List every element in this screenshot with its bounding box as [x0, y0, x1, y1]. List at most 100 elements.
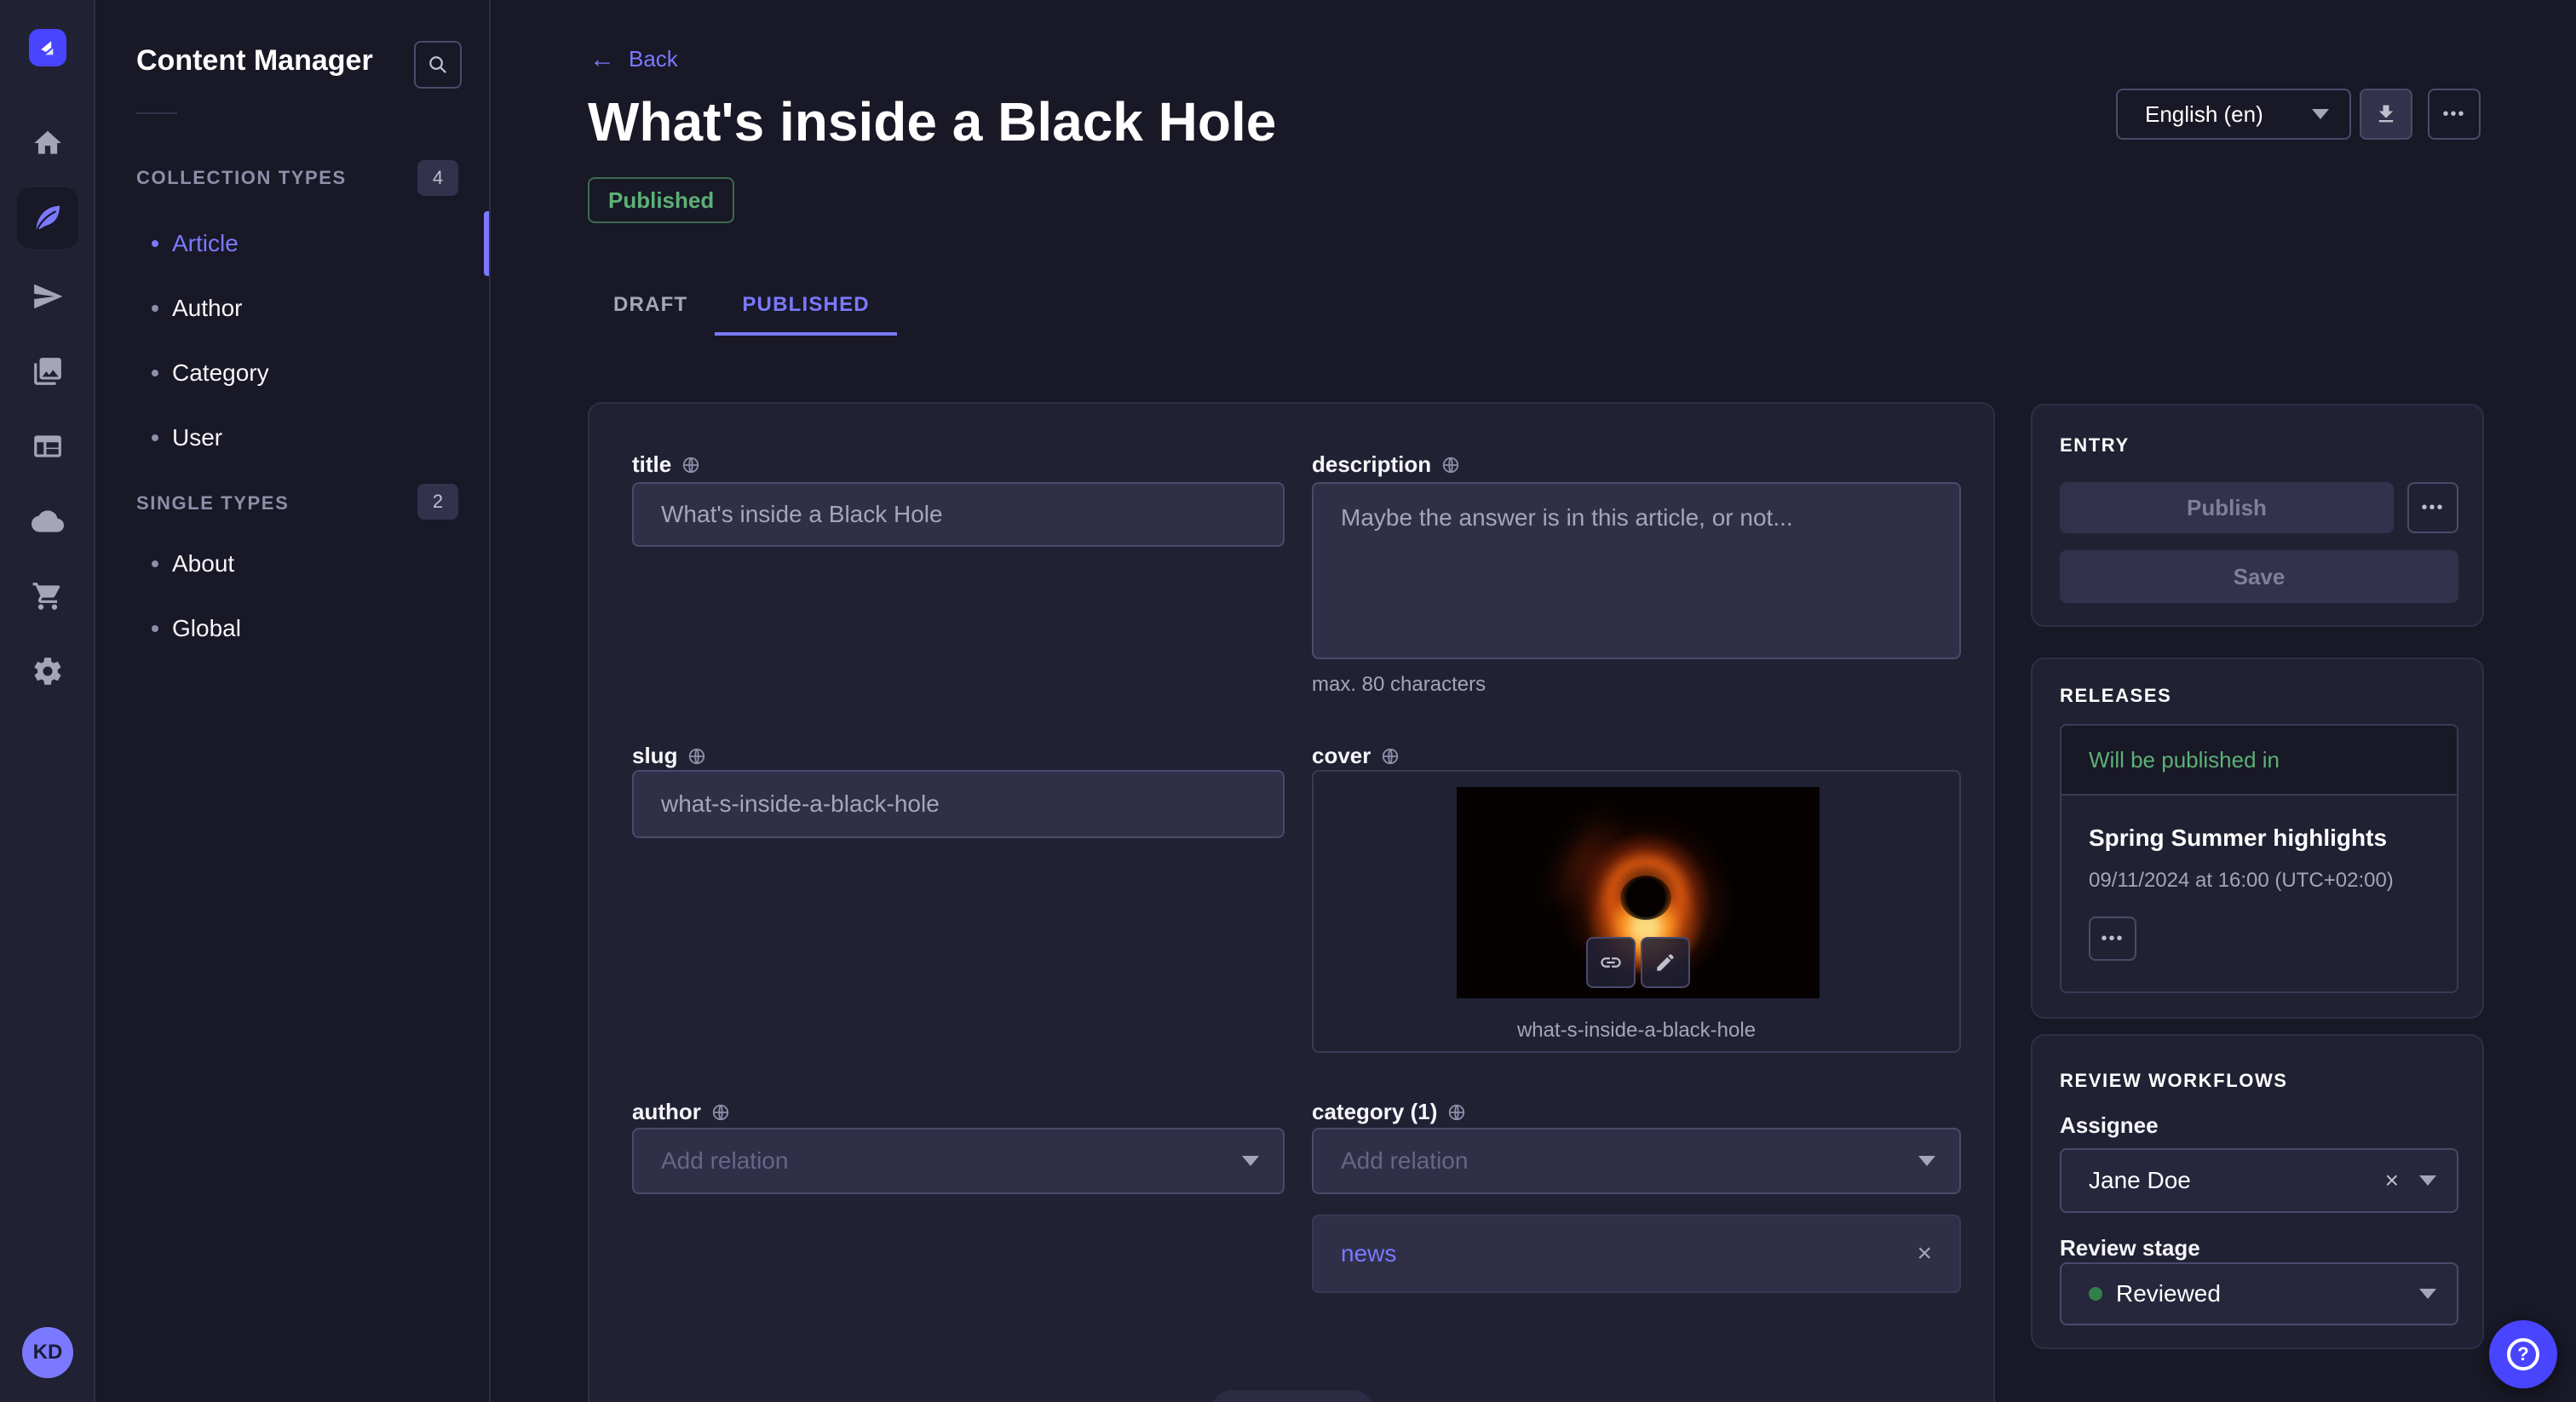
ellipsis-icon: ••• [2101, 929, 2124, 949]
slug-input[interactable]: what-s-inside-a-black-hole [632, 770, 1285, 838]
entry-panel-label: ENTRY [2060, 434, 2130, 457]
sidebar-item-about[interactable]: About [95, 531, 491, 596]
publish-button[interactable]: Publish [2060, 482, 2394, 533]
sidebar-item-user[interactable]: User [95, 405, 491, 470]
clear-assignee-icon[interactable]: × [2385, 1167, 2399, 1194]
tab-published[interactable]: PUBLISHED [715, 278, 896, 336]
media-library-icon[interactable] [17, 341, 78, 402]
sidebar-item-category[interactable]: Category [95, 341, 491, 405]
search-button[interactable] [414, 41, 462, 89]
icon-rail: KD [0, 0, 95, 1402]
sidebar-item-global[interactable]: Global [95, 596, 491, 661]
release-more-button[interactable]: ••• [2089, 916, 2136, 961]
content-manager-icon[interactable] [17, 187, 78, 249]
bullet-icon [152, 560, 158, 567]
cover-media-card: what-s-inside-a-black-hole [1312, 770, 1961, 1053]
page-title: What's inside a Black Hole [588, 90, 1276, 153]
chevron-down-icon [2419, 1175, 2436, 1186]
home-icon[interactable] [17, 112, 78, 174]
cover-filename: what-s-inside-a-black-hole [1314, 1019, 1959, 1043]
save-button[interactable]: Save [2060, 550, 2458, 603]
description-hint: max. 80 characters [1312, 673, 1486, 697]
localized-globe-icon [681, 456, 700, 474]
active-item-indicator [484, 211, 489, 276]
assignee-combobox[interactable]: Jane Doe × [2060, 1148, 2458, 1213]
section-collection-types: COLLECTION TYPES [136, 167, 347, 189]
app-window: KD Content Manager COLLECTION TYPES 4 Ar… [0, 0, 2576, 1402]
strapi-logo[interactable] [29, 29, 66, 66]
marketplace-cart-icon[interactable] [17, 566, 78, 627]
entry-panel: ENTRY Publish ••• Save [2031, 404, 2484, 627]
section-single-types: SINGLE TYPES [136, 492, 289, 514]
localized-globe-icon [1447, 1103, 1466, 1122]
pencil-icon [1654, 951, 1676, 974]
single-types-count: 2 [417, 484, 458, 520]
releases-panel-label: RELEASES [2060, 685, 2171, 707]
relation-news-link[interactable]: news [1341, 1240, 1396, 1267]
cover-image-black-hole [1457, 787, 1820, 998]
bullet-icon [152, 370, 158, 376]
content-manager-subnav: Content Manager COLLECTION TYPES 4 Artic… [95, 0, 491, 1402]
export-button[interactable] [2360, 89, 2412, 140]
chevron-down-icon [1242, 1156, 1259, 1166]
chevron-down-icon [2419, 1289, 2436, 1299]
review-stage-combobox[interactable]: Reviewed [2060, 1262, 2458, 1325]
settings-gear-icon[interactable] [17, 641, 78, 702]
release-card: Will be published in Spring Summer highl… [2060, 724, 2458, 993]
link-icon [1599, 951, 1623, 974]
localized-globe-icon [1441, 456, 1460, 474]
entry-form-panel: title What's inside a Black Hole descrip… [588, 402, 1995, 1402]
copy-link-button[interactable] [1586, 937, 1636, 988]
bullet-icon [152, 434, 158, 441]
author-field-label: author [632, 1099, 730, 1125]
tab-draft[interactable]: DRAFT [586, 278, 715, 336]
back-arrow-icon: ← [589, 47, 615, 72]
collection-types-count: 4 [417, 160, 458, 196]
locale-select[interactable]: English (en) [2116, 89, 2351, 140]
content-type-builder-icon[interactable] [17, 416, 78, 477]
localized-globe-icon [711, 1103, 730, 1122]
bullet-icon [152, 305, 158, 312]
user-avatar[interactable]: KD [22, 1327, 73, 1378]
help-button[interactable]: ? [2489, 1320, 2557, 1388]
releases-panel: RELEASES Will be published in Spring Sum… [2031, 658, 2484, 1019]
description-textarea[interactable]: Maybe the answer is in this article, or … [1312, 482, 1961, 659]
ellipsis-icon: ••• [2442, 105, 2465, 124]
release-date: 09/11/2024 at 16:00 (UTC+02:00) [2089, 869, 2394, 893]
category-relation-combobox[interactable]: Add relation [1312, 1128, 1961, 1194]
category-relation-row: news × [1312, 1215, 1961, 1293]
cover-field-label: cover [1312, 743, 1400, 769]
divider [136, 112, 177, 114]
edit-image-button[interactable] [1641, 937, 1690, 988]
question-mark-icon: ? [2507, 1338, 2539, 1370]
releases-icon[interactable] [17, 266, 78, 327]
description-field-label: description [1312, 451, 1460, 478]
cover-image-actions [1586, 937, 1690, 988]
ellipsis-icon: ••• [2421, 498, 2444, 518]
bottom-toolbar-peek [1211, 1390, 1373, 1402]
subnav-title: Content Manager [136, 44, 373, 78]
review-stage-label: Review stage [2060, 1235, 2200, 1261]
slug-field-label: slug [632, 743, 706, 769]
assignee-label: Assignee [2060, 1112, 2159, 1139]
review-workflows-panel: REVIEW WORKFLOWS Assignee Jane Doe × Rev… [2031, 1034, 2484, 1349]
sidebar-item-article[interactable]: Article [95, 211, 491, 276]
bullet-icon [152, 625, 158, 632]
title-input[interactable]: What's inside a Black Hole [632, 482, 1285, 547]
localized-globe-icon [687, 747, 706, 766]
deploy-cloud-icon[interactable] [17, 491, 78, 552]
status-badge: Published [588, 177, 734, 223]
entry-more-button[interactable]: ••• [2407, 482, 2458, 533]
download-icon [2374, 102, 2398, 126]
category-field-label: category (1) [1312, 1099, 1466, 1125]
sidebar-item-author[interactable]: Author [95, 276, 491, 341]
search-icon [427, 54, 449, 76]
author-relation-combobox[interactable]: Add relation [632, 1128, 1285, 1194]
header-more-button[interactable]: ••• [2428, 89, 2481, 140]
review-workflows-label: REVIEW WORKFLOWS [2060, 1070, 2288, 1092]
localized-globe-icon [1381, 747, 1400, 766]
release-status: Will be published in [2061, 726, 2457, 796]
remove-relation-icon[interactable]: × [1917, 1239, 1932, 1268]
release-title: Spring Summer highlights [2089, 825, 2387, 852]
back-link[interactable]: ← Back [589, 46, 678, 72]
